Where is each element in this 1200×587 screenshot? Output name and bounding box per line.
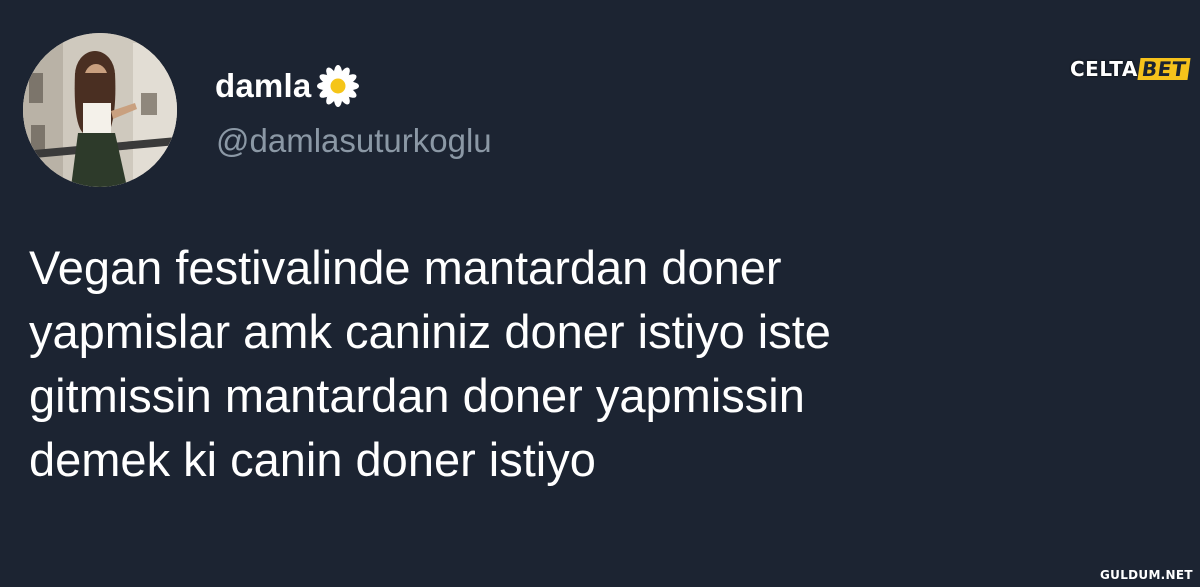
user-handle[interactable]: @damlasuturkoglu bbox=[216, 122, 492, 160]
daisy-flower-icon bbox=[313, 61, 363, 111]
display-name[interactable]: damla bbox=[215, 67, 311, 105]
tweet-text-line: yapmislar amk caniniz doner istiyo iste bbox=[29, 305, 831, 358]
avatar[interactable] bbox=[23, 33, 177, 187]
celtabet-watermark: CELTA BET bbox=[1070, 56, 1191, 82]
user-name-row: damla bbox=[215, 60, 363, 112]
tweet-card: damla @damlasuturkoglu Vegan festivalind… bbox=[0, 0, 1200, 587]
tweet-text-line: gitmissin mantardan doner yapmissin bbox=[29, 369, 805, 422]
tweet-text: Vegan festivalinde mantardan doner yapmi… bbox=[29, 236, 1169, 492]
watermark-text-bet: BET bbox=[1137, 57, 1191, 81]
avatar-image bbox=[23, 33, 177, 187]
site-watermark: GULDUM.NET bbox=[1100, 568, 1193, 582]
tweet-text-line: demek ki canin doner istiyo bbox=[29, 433, 596, 486]
tweet-text-line: Vegan festivalinde mantardan doner bbox=[29, 241, 782, 294]
watermark-text-celta: CELTA bbox=[1070, 57, 1138, 81]
